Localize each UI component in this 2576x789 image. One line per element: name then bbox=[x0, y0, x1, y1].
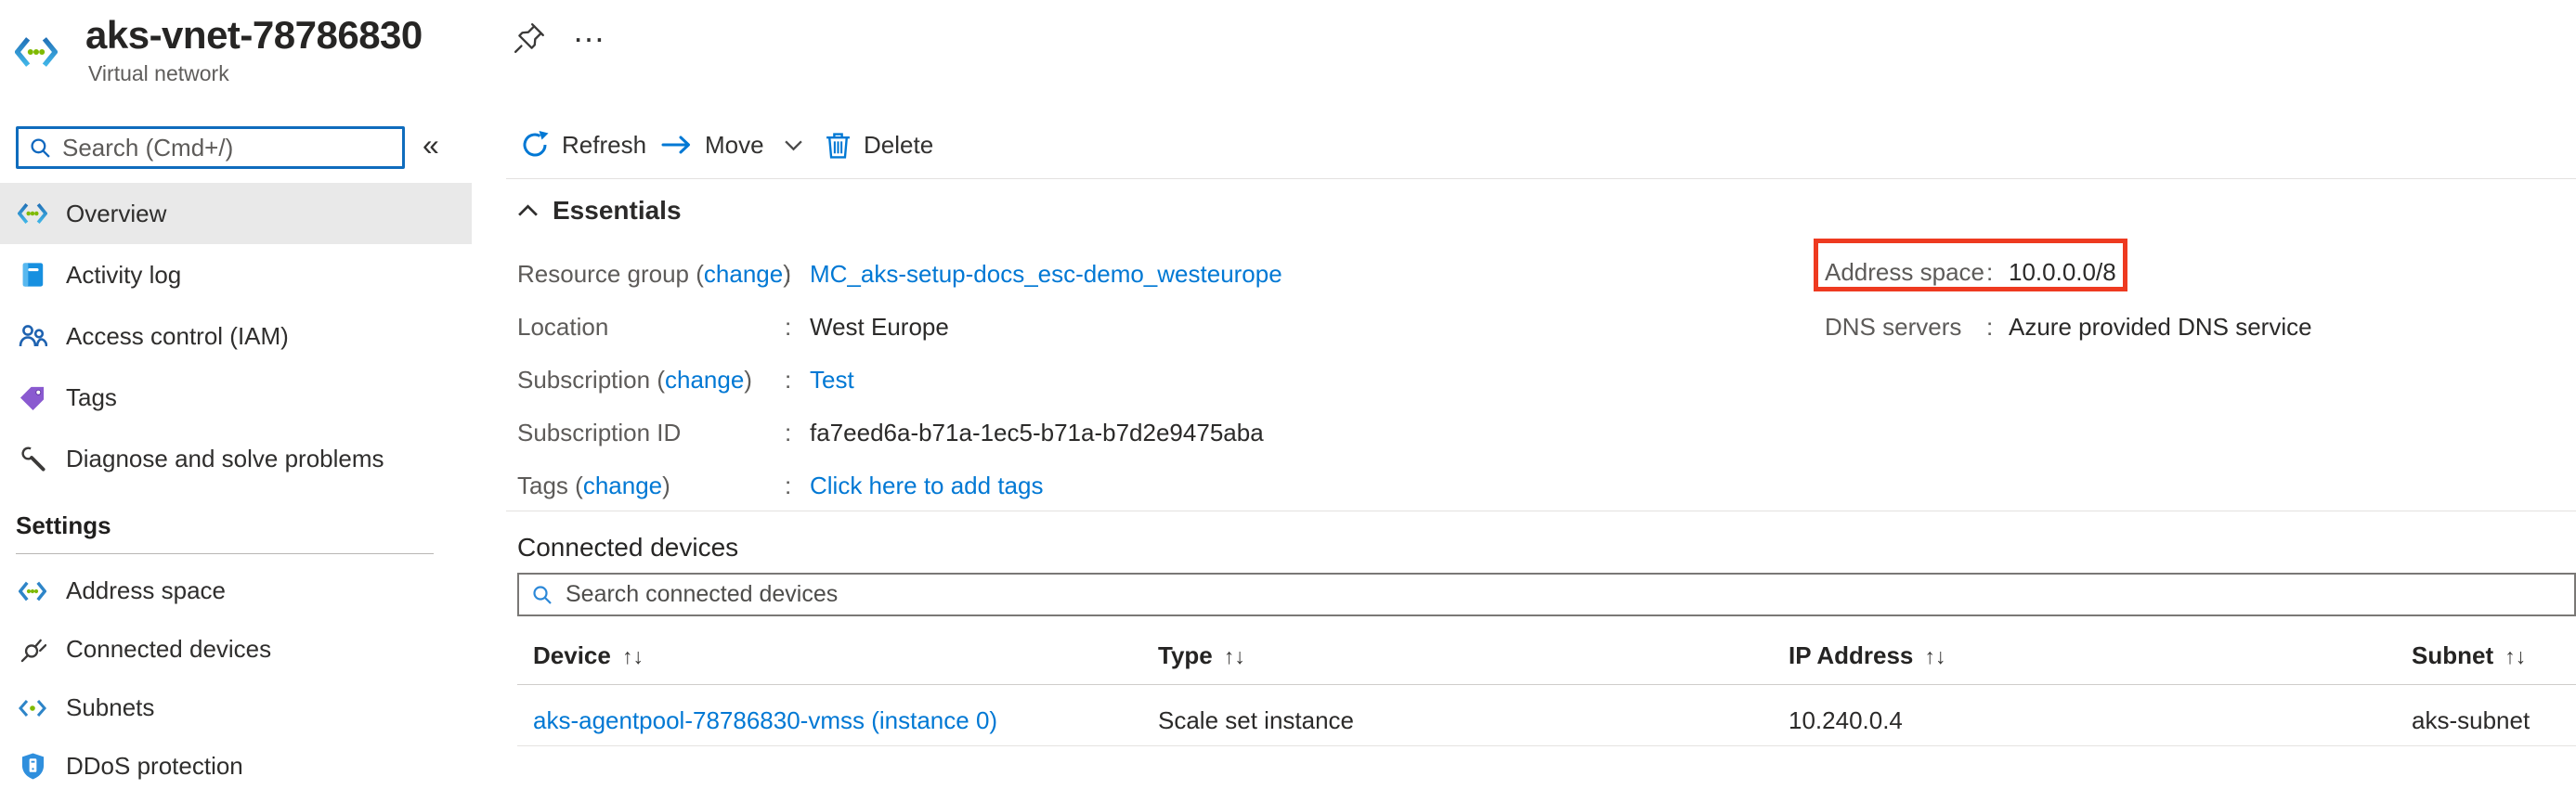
sidebar-item-diagnose[interactable]: Diagnose and solve problems bbox=[0, 428, 472, 489]
table-row-ip-cell: 10.240.0.4 bbox=[1789, 706, 1903, 735]
pin-icon[interactable] bbox=[514, 20, 547, 58]
field-label: Tags (change) bbox=[517, 472, 670, 499]
refresh-label: Refresh bbox=[562, 131, 646, 160]
add-tags-link[interactable]: Click here to add tags bbox=[810, 472, 1043, 499]
sidebar-item-subnets[interactable]: Subnets bbox=[0, 679, 472, 737]
virtual-network-icon bbox=[15, 35, 58, 73]
sidebar-item-label: Access control (IAM) bbox=[66, 322, 289, 351]
search-icon bbox=[532, 585, 553, 605]
resource-group-link[interactable]: MC_aks-setup-docs_esc-demo_westeurope bbox=[810, 260, 1282, 288]
connected-devices-title: Connected devices bbox=[517, 533, 738, 563]
wrench-icon bbox=[16, 446, 49, 472]
column-header-subnet[interactable]: Subnet↑↓ bbox=[2412, 641, 2526, 670]
table-row-type-cell: Scale set instance bbox=[1158, 706, 1354, 735]
sidebar-section-settings: Settings bbox=[16, 511, 111, 540]
sort-icon: ↑↓ bbox=[1224, 644, 1245, 668]
address-space-icon bbox=[16, 581, 49, 601]
sidebar-item-label: Tags bbox=[66, 383, 117, 412]
sidebar-item-activity-log[interactable]: Activity log bbox=[0, 244, 472, 305]
change-link[interactable]: change bbox=[665, 366, 744, 394]
chevron-up-icon bbox=[517, 204, 539, 217]
sidebar-item-label: DDoS protection bbox=[66, 752, 243, 781]
field-label: Resource group (change) bbox=[517, 260, 791, 288]
sidebar-item-overview[interactable]: Overview bbox=[0, 183, 472, 244]
people-icon bbox=[16, 323, 49, 349]
device-link[interactable]: aks-agentpool-78786830-vmss (instance 0) bbox=[533, 706, 997, 734]
activity-log-icon bbox=[16, 261, 49, 289]
field-label: Location bbox=[517, 313, 608, 341]
more-options-button[interactable]: … bbox=[572, 11, 608, 50]
refresh-icon bbox=[520, 130, 550, 160]
table-header-divider bbox=[517, 684, 2576, 685]
column-header-device[interactable]: Device↑↓ bbox=[533, 641, 644, 670]
essentials-row-tags: Tags (change) : Click here to add tags bbox=[517, 472, 670, 503]
table-row-subnet-cell: aks-subnet bbox=[2412, 706, 2530, 735]
sidebar-item-label: Connected devices bbox=[66, 635, 271, 664]
tag-icon bbox=[16, 384, 49, 411]
dns-servers-value: Azure provided DNS service bbox=[2009, 313, 2312, 342]
sidebar-item-access-control[interactable]: Access control (IAM) bbox=[0, 305, 472, 367]
field-label: DNS servers bbox=[1825, 313, 1961, 341]
sidebar-search-input[interactable] bbox=[60, 133, 402, 163]
sidebar-item-label: Activity log bbox=[66, 261, 181, 290]
essentials-row-address-space: Address space : 10.0.0.0/8 bbox=[1825, 258, 1984, 290]
column-header-ip-address[interactable]: IP Address↑↓ bbox=[1789, 641, 1945, 670]
sort-icon: ↑↓ bbox=[2504, 644, 2526, 668]
essentials-row-resource-group: Resource group (change) : MC_aks-setup-d… bbox=[517, 260, 791, 291]
sidebar-search[interactable] bbox=[16, 126, 405, 169]
field-label: Subscription ID bbox=[517, 419, 681, 446]
sidebar-item-label: Subnets bbox=[66, 693, 154, 722]
plug-icon bbox=[16, 636, 49, 663]
field-value: fa7eed6a-b71a-1ec5-b71a-b7d2e9475aba bbox=[810, 419, 1264, 447]
field-value: West Europe bbox=[810, 313, 949, 342]
change-link[interactable]: change bbox=[583, 472, 662, 499]
sidebar-collapse-button[interactable]: « bbox=[423, 128, 439, 162]
field-label: Subscription (change) bbox=[517, 366, 752, 394]
sidebar-item-label: Overview bbox=[66, 200, 166, 228]
move-button[interactable]: Move bbox=[661, 126, 803, 163]
change-link[interactable]: change bbox=[704, 260, 783, 288]
refresh-button[interactable]: Refresh bbox=[520, 126, 646, 163]
field-label: Address space bbox=[1825, 258, 1984, 286]
table-row-divider bbox=[517, 745, 2576, 746]
essentials-title: Essentials bbox=[553, 196, 682, 226]
column-header-type[interactable]: Type↑↓ bbox=[1158, 641, 1245, 670]
essentials-row-dns-servers: DNS servers : Azure provided DNS service bbox=[1825, 313, 1961, 344]
sort-icon: ↑↓ bbox=[1924, 644, 1945, 668]
connected-devices-search[interactable] bbox=[517, 573, 2576, 616]
sidebar-item-tags[interactable]: Tags bbox=[0, 367, 472, 428]
page-subtitle: Virtual network bbox=[88, 61, 229, 86]
table-row-device-cell: aks-agentpool-78786830-vmss (instance 0) bbox=[533, 706, 997, 735]
page-title: aks-vnet-78786830 bbox=[85, 13, 423, 58]
address-space-value: 10.0.0.0/8 bbox=[2009, 258, 2116, 287]
sidebar-item-label: Address space bbox=[66, 576, 226, 605]
sidebar-item-connected-devices[interactable]: Connected devices bbox=[0, 620, 472, 679]
sidebar-item-label: Diagnose and solve problems bbox=[66, 445, 384, 473]
toolbar-divider bbox=[506, 178, 2576, 179]
move-label: Move bbox=[705, 131, 764, 160]
sidebar-item-ddos[interactable]: DDoS protection bbox=[0, 737, 472, 789]
subscription-link[interactable]: Test bbox=[810, 366, 854, 394]
shield-icon bbox=[16, 752, 49, 781]
connected-devices-search-input[interactable] bbox=[564, 580, 2574, 609]
sidebar-divider bbox=[16, 553, 434, 554]
chevron-down-icon bbox=[784, 139, 803, 151]
sort-icon: ↑↓ bbox=[622, 644, 644, 668]
virtual-network-icon bbox=[16, 202, 49, 225]
essentials-row-location: Location : West Europe bbox=[517, 313, 608, 344]
essentials-row-subscription: Subscription (change) : Test bbox=[517, 366, 752, 397]
trash-icon bbox=[825, 131, 852, 160]
search-icon bbox=[30, 137, 51, 159]
essentials-row-subscription-id: Subscription ID : fa7eed6a-b71a-1ec5-b71… bbox=[517, 419, 681, 450]
azure-vnet-overview-page: aks-vnet-78786830 Virtual network … « Ov… bbox=[0, 0, 2576, 789]
move-arrow-icon bbox=[661, 134, 693, 156]
essentials-header[interactable]: Essentials bbox=[517, 196, 682, 226]
sidebar-item-address-space[interactable]: Address space bbox=[0, 562, 472, 620]
delete-label: Delete bbox=[864, 131, 933, 160]
delete-button[interactable]: Delete bbox=[825, 126, 933, 163]
subnets-icon bbox=[16, 698, 49, 718]
